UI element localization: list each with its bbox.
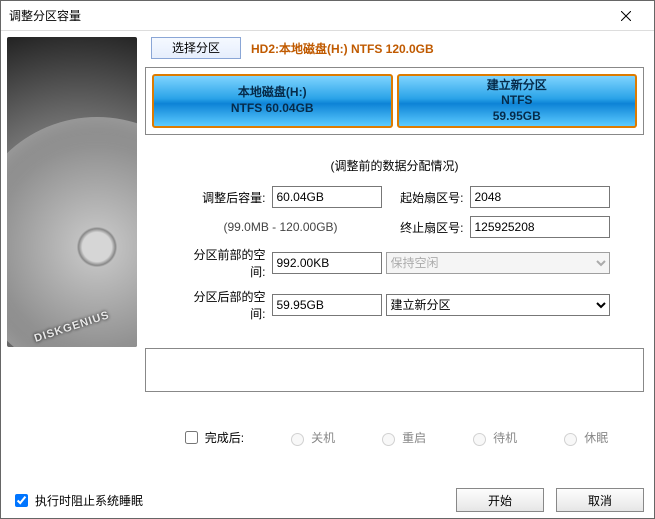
after-size-input[interactable] [272, 186, 382, 208]
hard-disk-illustration: DISKGENIUS [7, 37, 137, 347]
front-space-action-select: 保持空闲 [386, 252, 610, 274]
preview-frame [145, 348, 644, 392]
start-sector-input[interactable] [470, 186, 610, 208]
select-partition-button[interactable]: 选择分区 [151, 37, 241, 59]
selected-disk-label: HD2:本地磁盘(H:) NTFS 120.0GB [251, 40, 434, 57]
end-sector-label: 终止扇区号: [386, 219, 466, 236]
brand-label: DISKGENIUS [33, 309, 111, 345]
rear-space-action-select[interactable]: 建立新分区 [386, 294, 610, 316]
hibernate-label: 休眠 [584, 429, 608, 446]
hibernate-radio [564, 433, 577, 446]
shutdown-label: 关机 [311, 429, 335, 446]
partition-seg-size: 59.95GB [493, 109, 541, 125]
reboot-radio [382, 433, 395, 446]
main-panel: 选择分区 HD2:本地磁盘(H:) NTFS 120.0GB 本地磁盘(H:) … [145, 37, 644, 472]
resize-partition-window: 调整分区容量 DISKGENIUS 选择分区 HD2:本地磁盘(H:) NTFS… [0, 0, 655, 519]
start-sector-label: 起始扇区号: [386, 189, 466, 206]
window-title: 调整分区容量 [9, 7, 81, 24]
close-button[interactable] [606, 2, 646, 30]
partition-seg-sublabel: NTFS 60.04GB [231, 101, 314, 117]
standby-radio [473, 433, 486, 446]
rear-space-input[interactable] [272, 294, 382, 316]
header-row: 选择分区 HD2:本地磁盘(H:) NTFS 120.0GB [145, 37, 644, 59]
partition-seg-sublabel: NTFS [501, 93, 532, 109]
rear-space-label: 分区后部的空间: [180, 288, 268, 322]
close-icon [621, 11, 631, 21]
front-space-label: 分区前部的空间: [180, 246, 268, 280]
partition-diagram-frame: 本地磁盘(H:) NTFS 60.04GB 建立新分区 NTFS 59.95GB [145, 67, 644, 135]
partition-seg-label: 建立新分区 [487, 78, 547, 94]
prevent-sleep-label: 执行时阻止系统睡眠 [35, 492, 143, 509]
body: DISKGENIUS 选择分区 HD2:本地磁盘(H:) NTFS 120.0G… [1, 31, 654, 482]
start-button[interactable]: 开始 [456, 488, 544, 512]
end-sector-input[interactable] [470, 216, 610, 238]
shutdown-radio [291, 433, 304, 446]
standby-label: 待机 [493, 429, 517, 446]
after-done-checkbox[interactable] [185, 431, 198, 444]
footer: 执行时阻止系统睡眠 开始 取消 [1, 482, 654, 518]
diagram-hint: (调整前的数据分配情况) [145, 157, 644, 174]
reboot-label: 重启 [402, 429, 426, 446]
partition-seg-label: 本地磁盘(H:) [238, 85, 307, 101]
after-done-label: 完成后: [205, 429, 244, 446]
partition-seg-new[interactable]: 建立新分区 NTFS 59.95GB [397, 74, 638, 128]
partition-bar[interactable]: 本地磁盘(H:) NTFS 60.04GB 建立新分区 NTFS 59.95GB [152, 74, 637, 128]
prevent-sleep-checkbox[interactable] [15, 494, 28, 507]
partition-seg-current[interactable]: 本地磁盘(H:) NTFS 60.04GB [152, 74, 393, 128]
sidebar-illustration: DISKGENIUS [7, 37, 137, 472]
options-form: 调整后容量: 起始扇区号: (99.0MB - 120.00GB) 终止扇区号:… [145, 186, 644, 322]
size-range-hint: (99.0MB - 120.00GB) [180, 220, 382, 234]
post-action-row: 完成后: 关机 重启 待机 休眠 [145, 428, 644, 447]
titlebar: 调整分区容量 [1, 1, 654, 31]
front-space-input[interactable] [272, 252, 382, 274]
after-size-label: 调整后容量: [180, 189, 268, 206]
cancel-button[interactable]: 取消 [556, 488, 644, 512]
